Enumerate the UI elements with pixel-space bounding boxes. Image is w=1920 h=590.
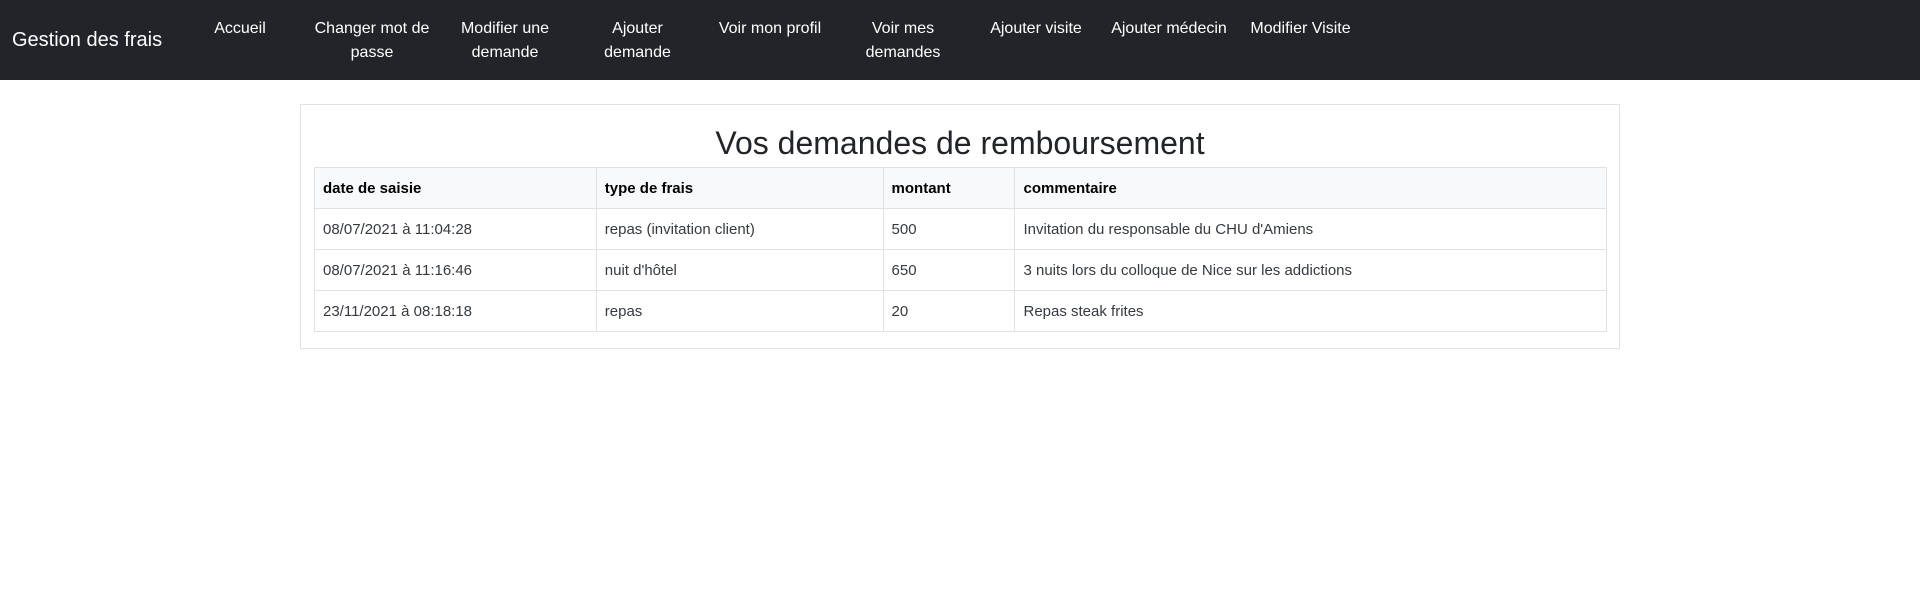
column-header: date de saisie	[314, 167, 597, 209]
column-header: commentaire	[1014, 167, 1607, 209]
demandes-table: date de saisie type de frais montant com…	[314, 167, 1607, 332]
table-cell: 500	[882, 208, 1016, 250]
column-header: type de frais	[595, 167, 884, 209]
nav-label: Ajouter médecin	[1111, 20, 1227, 37]
nav-label: Changer mot de	[314, 20, 430, 37]
table-cell: Invitation du responsable du CHU d'Amien…	[1014, 208, 1607, 250]
table-cell: Repas steak frites	[1014, 290, 1607, 332]
table-cell: 20	[882, 290, 1016, 332]
nav-label: demande	[604, 44, 671, 61]
nav-accueil[interactable]: Accueil	[205, 17, 275, 41]
nav-ajouter-medecin[interactable]: Ajouter médecin	[1105, 17, 1233, 41]
page-title: Vos demandes de remboursement	[715, 125, 1205, 161]
nav-label: Ajouter visite	[990, 20, 1082, 37]
nav-voir-profil[interactable]: Voir mon profil	[710, 17, 830, 41]
nav-label: passe	[350, 44, 394, 61]
nav-label: demandes	[865, 44, 941, 61]
demandes-card: Vos demandes de remboursement date de sa…	[300, 104, 1620, 349]
nav-modifier-demande[interactable]: Modifier une demande	[450, 17, 560, 65]
top-navbar: Gestion des frais Accueil Changer mot de…	[0, 0, 1920, 80]
nav-changer-mot-de-passe[interactable]: Changer mot de passe	[307, 17, 437, 65]
table-cell: repas (invitation client)	[595, 208, 884, 250]
table-cell: 08/07/2021 à 11:04:28	[314, 208, 597, 250]
nav-label: Voir mes	[871, 20, 935, 37]
nav-label: Accueil	[214, 20, 266, 37]
table-header-row: date de saisie type de frais montant com…	[314, 167, 1607, 209]
nav-label: Ajouter	[612, 20, 663, 37]
table-cell: 3 nuits lors du colloque de Nice sur les…	[1014, 249, 1607, 291]
nav-ajouter-visite[interactable]: Ajouter visite	[980, 17, 1092, 41]
table-cell: 23/11/2021 à 08:18:18	[314, 290, 597, 332]
table-cell: 08/07/2021 à 11:16:46	[314, 249, 597, 291]
column-header: montant	[882, 167, 1016, 209]
brand-link[interactable]: Gestion des frais	[12, 28, 162, 52]
nav-label: demande	[471, 44, 539, 61]
table-cell: repas	[595, 290, 884, 332]
table-row: 08/07/2021 à 11:04:28 repas (invitation …	[314, 208, 1607, 250]
nav-label: Modifier une	[460, 20, 550, 37]
nav-label: Modifier Visite	[1250, 20, 1351, 37]
table-cell: nuit d'hôtel	[595, 249, 884, 291]
nav-voir-demandes[interactable]: Voir mes demandes	[853, 17, 953, 65]
nav-label: Voir mon profil	[718, 20, 822, 37]
nav-ajouter-demande[interactable]: Ajouter demande	[585, 17, 690, 65]
table-row: 23/11/2021 à 08:18:18 repas 20 Repas ste…	[314, 290, 1607, 332]
nav-modifier-visite[interactable]: Modifier Visite	[1243, 17, 1358, 41]
table-row: 08/07/2021 à 11:16:46 nuit d'hôtel 650 3…	[314, 249, 1607, 291]
table-cell: 650	[882, 249, 1016, 291]
